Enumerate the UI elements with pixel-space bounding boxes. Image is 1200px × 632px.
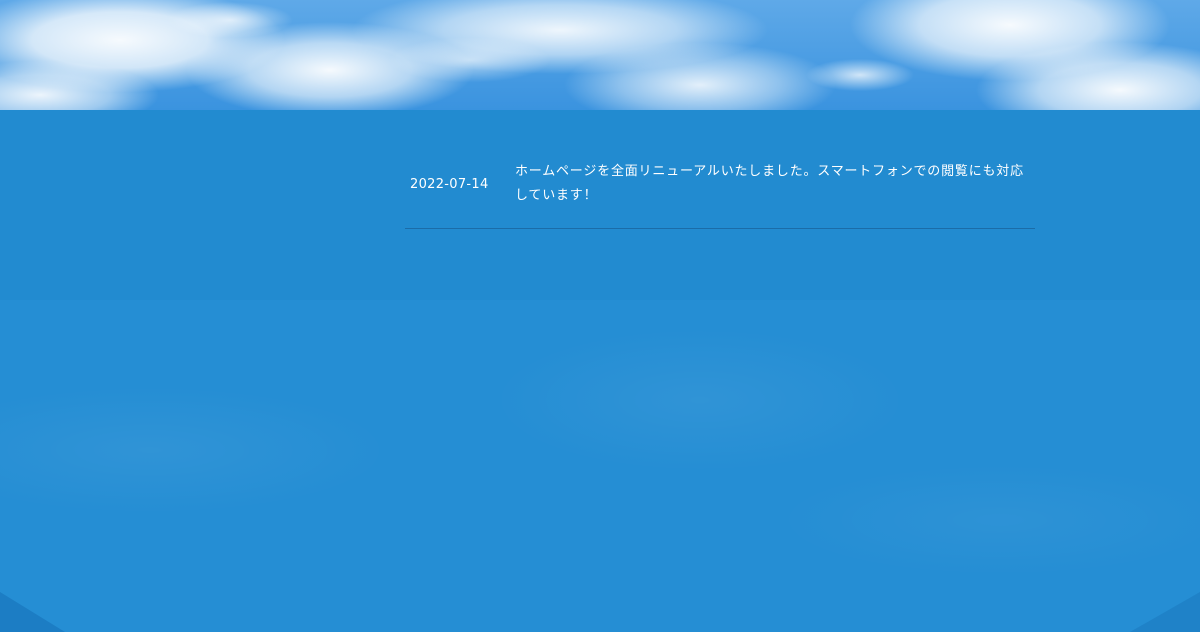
news-text[interactable]: ホームページを全面リニューアルいたしました。スマートフォンでの閲覧にも対応してい…	[515, 160, 1035, 208]
news-date: 2022-07-14	[410, 176, 489, 192]
news-item[interactable]: 2022-07-14 ホームページを全面リニューアルいたしました。スマートフォン…	[405, 150, 1035, 229]
news-section: 2022-07-14 ホームページを全面リニューアルいたしました。スマートフォン…	[0, 110, 1200, 300]
decorative-shape-right	[1130, 592, 1200, 632]
sky-hero-image	[0, 0, 1200, 110]
background-sky	[0, 300, 1200, 632]
news-list: 2022-07-14 ホームページを全面リニューアルいたしました。スマートフォン…	[405, 150, 1035, 229]
page: 2022-07-14 ホームページを全面リニューアルいたしました。スマートフォン…	[0, 0, 1200, 632]
decorative-shape-left	[0, 592, 65, 632]
